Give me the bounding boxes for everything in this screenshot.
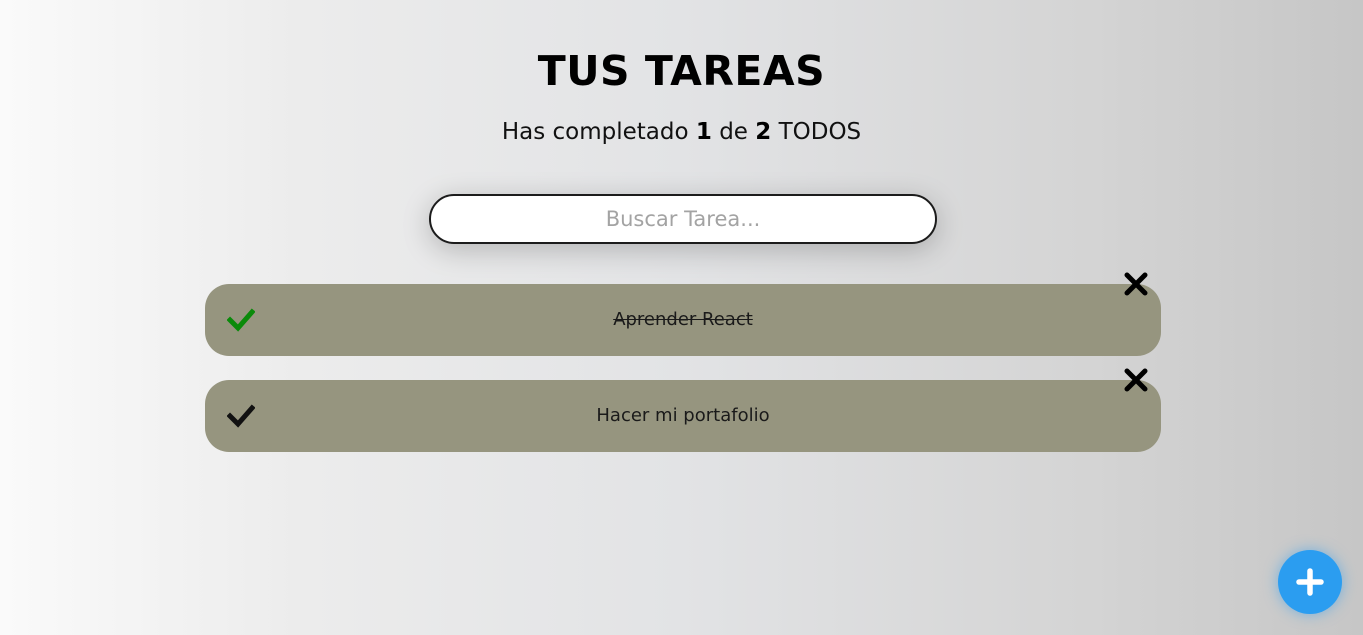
close-icon[interactable] — [1123, 367, 1149, 393]
add-todo-button[interactable] — [1278, 550, 1342, 614]
close-mark-path — [1124, 272, 1148, 296]
todo-text: Aprender React — [613, 309, 753, 330]
counter-suffix: TODOS — [778, 119, 862, 145]
todo-counter: Has completado 1 de 2 TODOS — [0, 116, 1363, 148]
check-mark-path — [227, 404, 255, 428]
check-icon[interactable] — [227, 404, 255, 428]
check-icon[interactable] — [227, 308, 255, 332]
todo-item: Hacer mi portafolio — [205, 368, 1161, 452]
plus-icon — [1296, 568, 1324, 596]
search-box — [429, 194, 937, 244]
check-mark-path — [227, 308, 255, 332]
close-icon[interactable] — [1123, 271, 1149, 297]
todo-item: Aprender React — [205, 272, 1161, 356]
page-title: TUS TAREAS — [537, 47, 826, 95]
plus-mark-path — [1296, 568, 1324, 596]
todo-text: Hacer mi portafolio — [596, 405, 770, 426]
completed-count: 1 — [695, 119, 712, 145]
counter-middle: de — [719, 119, 748, 145]
close-mark-path — [1124, 368, 1148, 392]
total-count: 2 — [755, 119, 772, 145]
todo-list: Aprender React Hacer mi portafolio — [205, 272, 1161, 476]
search-input[interactable] — [431, 196, 935, 242]
counter-prefix: Has completado — [501, 119, 689, 145]
